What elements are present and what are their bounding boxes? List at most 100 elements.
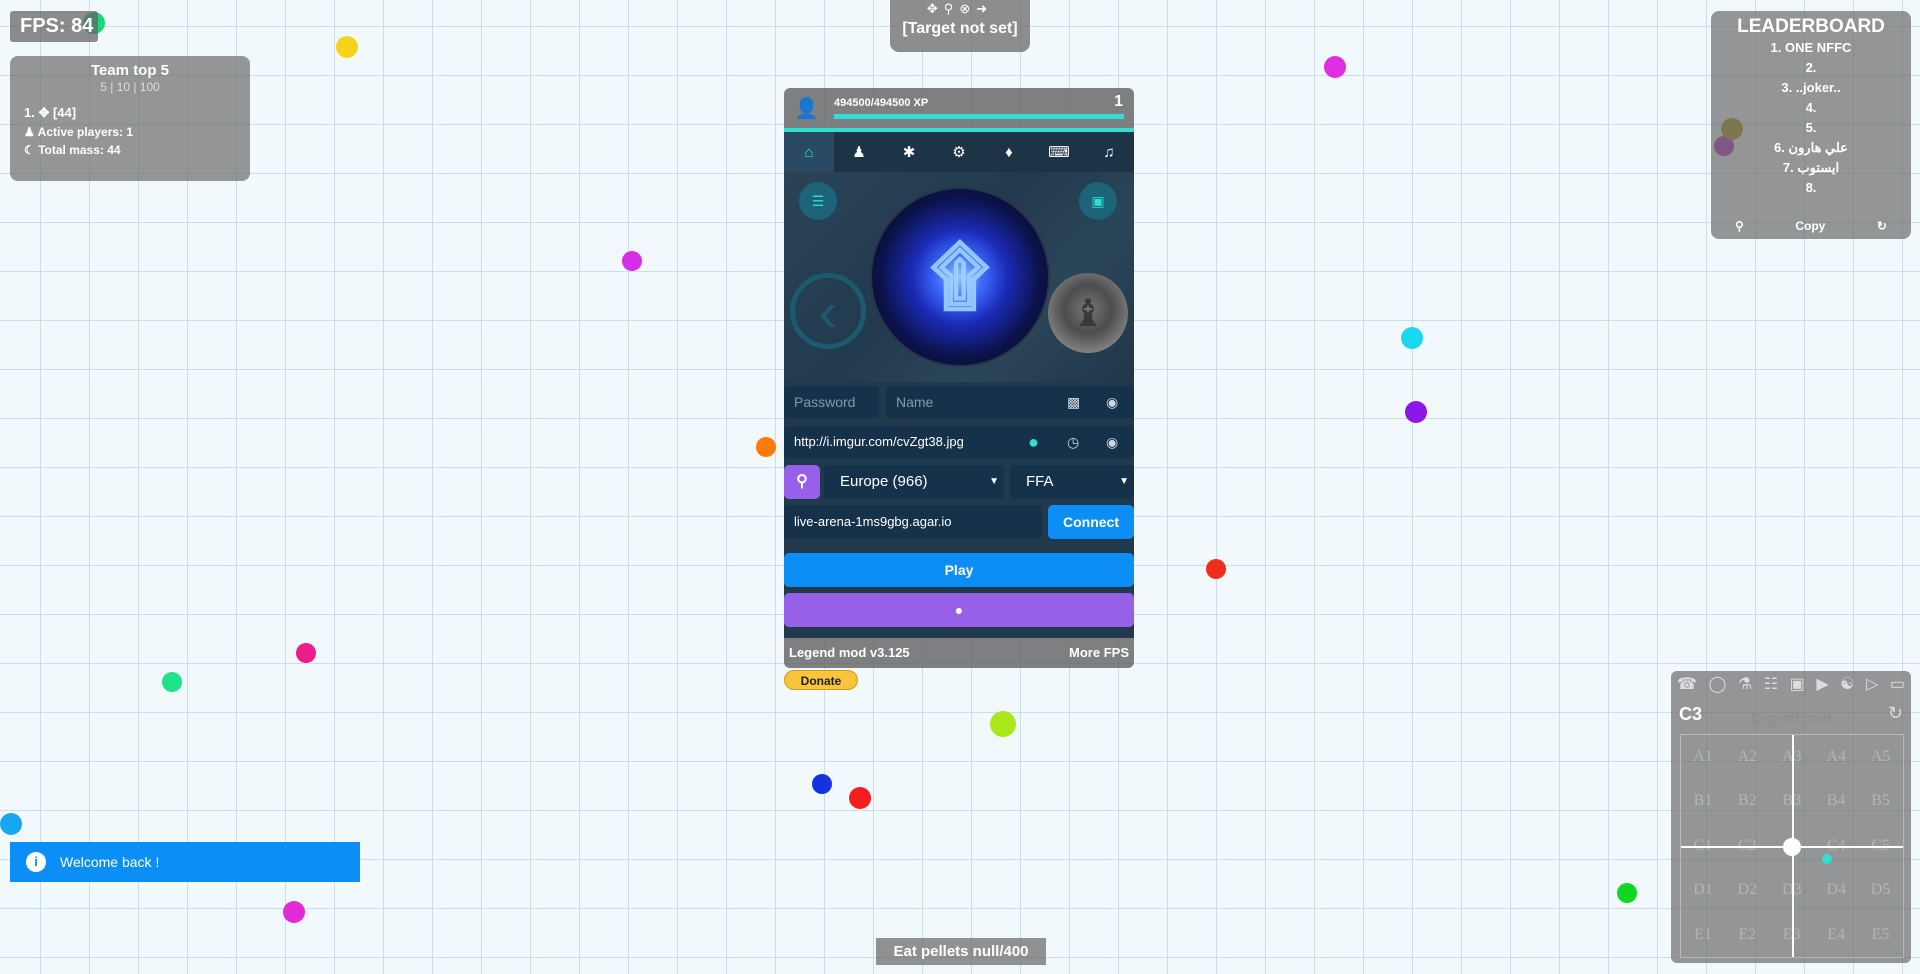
password-field[interactable]: Password bbox=[784, 386, 879, 418]
search-icon[interactable]: ⚲ bbox=[1735, 219, 1744, 233]
active-players-text: Active players: 1 bbox=[37, 125, 134, 139]
play-circle-icon[interactable]: ▷ bbox=[1866, 674, 1878, 694]
level: 1 bbox=[1114, 93, 1123, 110]
total-mass-text: Total mass: 44 bbox=[38, 143, 121, 157]
previous-skin-button[interactable]: ‹ bbox=[790, 273, 866, 349]
settings-tab[interactable]: ⚙ bbox=[934, 132, 984, 172]
moon-icon: ☾ bbox=[24, 143, 39, 157]
chevron-down-icon: ▼ bbox=[989, 476, 999, 487]
pellet bbox=[812, 774, 832, 794]
chat-icon[interactable]: ◯ bbox=[1708, 674, 1726, 694]
pellet bbox=[622, 251, 642, 271]
music-tab[interactable]: ♫ bbox=[1084, 132, 1134, 172]
minimap-cell: E4 bbox=[1827, 925, 1846, 943]
eye-icon[interactable]: ◉ bbox=[1106, 426, 1118, 458]
image-button[interactable]: ▣ bbox=[1079, 182, 1117, 220]
image-icon[interactable]: ▣ bbox=[1790, 674, 1805, 694]
minimap-cell: A4 bbox=[1826, 748, 1846, 765]
target-panel: ✥⚲⊗➜ [Target not set] bbox=[890, 0, 1030, 52]
eye-icon[interactable]: ◉ bbox=[1106, 386, 1118, 418]
team-options[interactable]: 5 | 10 | 100 bbox=[24, 80, 236, 94]
pellet bbox=[296, 643, 316, 663]
history-icon[interactable]: ◷ bbox=[1067, 426, 1079, 458]
connect-button[interactable]: Connect bbox=[1048, 505, 1134, 539]
minimap-toolbar: ☎ ◯ ⚗ ☷ ▣ ▶ ☯ ▷ ▭ bbox=[1677, 674, 1905, 694]
skin-url-field[interactable]: http://i.imgur.com/cvZgt38.jpg bbox=[784, 426, 1134, 458]
list-icon: ☰ bbox=[811, 192, 825, 209]
flask-icon[interactable]: ⚗ bbox=[1738, 674, 1752, 694]
key-button[interactable]: ⚲ bbox=[784, 465, 820, 499]
cancel-icon[interactable]: ⊗ bbox=[959, 1, 976, 16]
minimap-cell: B1 bbox=[1693, 792, 1713, 810]
mode-select[interactable]: FFA ▼ bbox=[1010, 465, 1134, 499]
minimap-cell: B5 bbox=[1871, 792, 1890, 810]
user-icon: ♟ bbox=[852, 144, 866, 161]
active-players: ♟ Active players: 1 bbox=[24, 125, 236, 139]
home-icon: ⌂ bbox=[804, 143, 814, 161]
hotkeys-tab[interactable]: ⌨ bbox=[1034, 132, 1084, 172]
arrow-right-icon[interactable]: ➜ bbox=[976, 1, 993, 16]
extensions-tab[interactable]: ✱ bbox=[884, 132, 934, 172]
team-top-panel: Team top 5 5 | 10 | 100 1. ✥ [44] ♟ Acti… bbox=[10, 56, 250, 181]
target-label: [Target not set] bbox=[902, 20, 1018, 37]
donate-button[interactable]: Donate bbox=[784, 670, 858, 690]
minimap-cell: A1 bbox=[1693, 748, 1713, 765]
home-tab[interactable]: ⌂ bbox=[784, 132, 834, 172]
team-member: 1. ✥ [44] bbox=[24, 105, 77, 120]
pellet bbox=[336, 36, 358, 58]
leaderboard-entry: 7. ايستوب bbox=[1782, 160, 1840, 175]
leaderboard-entry: 5. bbox=[1805, 120, 1817, 135]
sitemap-icon[interactable]: ☷ bbox=[1764, 674, 1778, 694]
minimap-cell: E2 bbox=[1738, 925, 1757, 943]
leaderboard-entry: 1. ONE NFFC bbox=[1770, 40, 1852, 55]
xp-bar: 👤 494500/494500 XP 1 bbox=[784, 88, 1134, 128]
play-button[interactable]: Play bbox=[784, 553, 1134, 587]
profile-tab[interactable]: ♟ bbox=[834, 132, 884, 172]
menu-footer: Legend mod v3.125 More FPS bbox=[784, 638, 1134, 668]
more-fps-link[interactable]: More FPS bbox=[1069, 645, 1129, 660]
xp-track bbox=[834, 114, 1124, 119]
chevron-left-icon: ‹ bbox=[818, 279, 838, 343]
minimap-title: Legend mod bbox=[1750, 710, 1832, 727]
pellet bbox=[0, 813, 22, 835]
minimap-cell: E5 bbox=[1871, 925, 1890, 943]
total-mass: ☾ Total mass: 44 bbox=[24, 143, 236, 157]
secondary-skin[interactable]: ♝ bbox=[1048, 273, 1128, 353]
users-icon: ♟ bbox=[24, 125, 38, 139]
copy-button[interactable]: Copy bbox=[1795, 219, 1825, 233]
pellet bbox=[849, 787, 871, 809]
player-marker bbox=[1783, 838, 1801, 856]
pellet bbox=[1206, 559, 1226, 579]
welcome-toast: i Welcome back ! bbox=[10, 842, 360, 882]
translate-icon[interactable]: ▩ bbox=[1067, 386, 1080, 418]
spectate-button[interactable]: ● bbox=[784, 593, 1134, 627]
minimap-grid: E5E4E3E2E1D5D4D3D2D1C5C4C3C2C1B5B4B3B2B1… bbox=[1680, 734, 1904, 958]
crosshair-icon[interactable]: ✥ bbox=[927, 1, 944, 16]
region-select[interactable]: Europe (966) ▼ bbox=[824, 465, 1004, 499]
refresh-icon[interactable]: ↻ bbox=[1877, 219, 1887, 233]
minimap-cell: B2 bbox=[1738, 792, 1757, 810]
name-field[interactable]: Name bbox=[886, 386, 1134, 418]
gear-icon: ⚙ bbox=[952, 144, 966, 161]
pellet bbox=[1405, 401, 1427, 423]
refresh-icon[interactable]: ↻ bbox=[1888, 703, 1903, 724]
server-field[interactable]: live-arena-1ms9gbg.agar.io bbox=[784, 505, 1042, 539]
color-dot-icon[interactable]: ● bbox=[1028, 426, 1039, 458]
mic-icon[interactable]: ☎ bbox=[1677, 674, 1697, 694]
pin-icon[interactable]: ⚲ bbox=[944, 1, 960, 16]
pellet bbox=[1617, 883, 1637, 903]
skin-preview[interactable]: ۩ bbox=[870, 187, 1050, 367]
profile-area: ☰ ▣ ‹ ۩ ♝ bbox=[784, 172, 1134, 382]
toast-message: Welcome back ! bbox=[60, 854, 160, 870]
lion-image: ♝ bbox=[1070, 293, 1106, 335]
pellet bbox=[1401, 327, 1423, 349]
youtube-icon[interactable]: ▶ bbox=[1816, 674, 1828, 694]
monitor-icon[interactable]: ▭ bbox=[1890, 674, 1905, 694]
leaderboard-toolbar: ⚲ Copy ↻ bbox=[1711, 219, 1911, 233]
theme-tab[interactable]: ♦ bbox=[984, 132, 1034, 172]
skin-image: ۩ bbox=[930, 232, 990, 320]
leaderboard: LEADERBOARD 1. ONE NFFC 2. 3. ..joker.. … bbox=[1711, 11, 1911, 239]
binoculars-icon[interactable]: ☯ bbox=[1840, 674, 1854, 694]
menu-list-button[interactable]: ☰ bbox=[799, 182, 837, 220]
leaderboard-entry: 8. bbox=[1805, 180, 1817, 195]
